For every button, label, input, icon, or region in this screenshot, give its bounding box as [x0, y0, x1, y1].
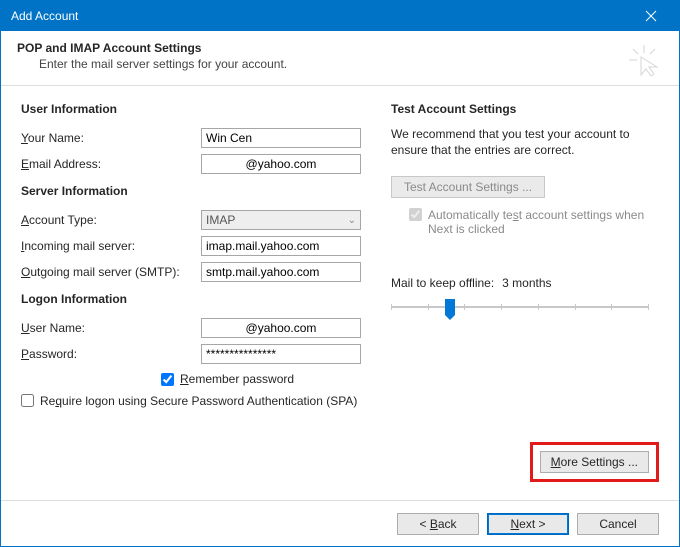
test-account-settings-button: Test Account Settings ...: [391, 176, 545, 198]
remember-password-checkbox[interactable]: [161, 373, 174, 386]
your-name-label: Your Name:: [21, 131, 201, 145]
outgoing-label: Outgoing mail server (SMTP):: [21, 265, 201, 279]
password-label: Password:: [21, 347, 201, 361]
titlebar: Add Account: [1, 1, 679, 31]
back-button[interactable]: < Back: [397, 513, 479, 535]
more-settings-button[interactable]: More Settings ...: [540, 451, 649, 473]
remember-password-label: Remember password: [180, 372, 294, 386]
mail-offline-value: 3 months: [502, 276, 551, 290]
next-button[interactable]: Next >: [487, 513, 569, 535]
slider-ticks: [391, 304, 649, 310]
dialog-footer: < Back Next > Cancel: [1, 500, 679, 546]
left-column: User Information Your Name: Email Addres…: [21, 102, 361, 408]
server-info-title: Server Information: [21, 184, 361, 198]
auto-test-checkbox: [409, 208, 422, 221]
close-icon: [645, 10, 657, 22]
right-column: Test Account Settings We recommend that …: [391, 102, 659, 408]
slider-thumb[interactable]: [445, 299, 455, 315]
account-type-label: Account Type:: [21, 213, 201, 227]
header-heading: POP and IMAP Account Settings: [17, 41, 663, 55]
spa-checkbox[interactable]: [21, 394, 34, 407]
dialog-body: User Information Your Name: Email Addres…: [1, 86, 679, 418]
test-settings-title: Test Account Settings: [391, 102, 659, 116]
user-info-title: User Information: [21, 102, 361, 116]
incoming-input[interactable]: [201, 236, 361, 256]
password-input[interactable]: [201, 344, 361, 364]
account-type-value: IMAP: [206, 213, 235, 227]
account-type-select: IMAP ⌄: [201, 210, 361, 230]
close-button[interactable]: [631, 1, 671, 31]
username-input[interactable]: [201, 318, 361, 338]
mail-offline-slider[interactable]: [391, 296, 649, 324]
your-name-input[interactable]: [201, 128, 361, 148]
outgoing-input[interactable]: [201, 262, 361, 282]
cursor-icon: [627, 43, 661, 80]
add-account-dialog: Add Account POP and IMAP Account Setting…: [0, 0, 680, 547]
window-title: Add Account: [11, 9, 631, 23]
dialog-header: POP and IMAP Account Settings Enter the …: [1, 31, 679, 86]
spa-label: Require logon using Secure Password Auth…: [40, 394, 357, 408]
header-subheading: Enter the mail server settings for your …: [17, 57, 663, 71]
email-input[interactable]: [201, 154, 361, 174]
test-settings-note: We recommend that you test your account …: [391, 126, 659, 158]
auto-test-label: Automatically test account settings when…: [428, 208, 659, 236]
email-label: Email Address:: [21, 157, 201, 171]
username-label: User Name:: [21, 321, 201, 335]
more-settings-highlight: More Settings ...: [530, 442, 659, 482]
cancel-button[interactable]: Cancel: [577, 513, 659, 535]
logon-info-title: Logon Information: [21, 292, 361, 306]
chevron-down-icon: ⌄: [348, 215, 356, 226]
incoming-label: Incoming mail server:: [21, 239, 201, 253]
mail-offline-label: Mail to keep offline:: [391, 276, 494, 290]
